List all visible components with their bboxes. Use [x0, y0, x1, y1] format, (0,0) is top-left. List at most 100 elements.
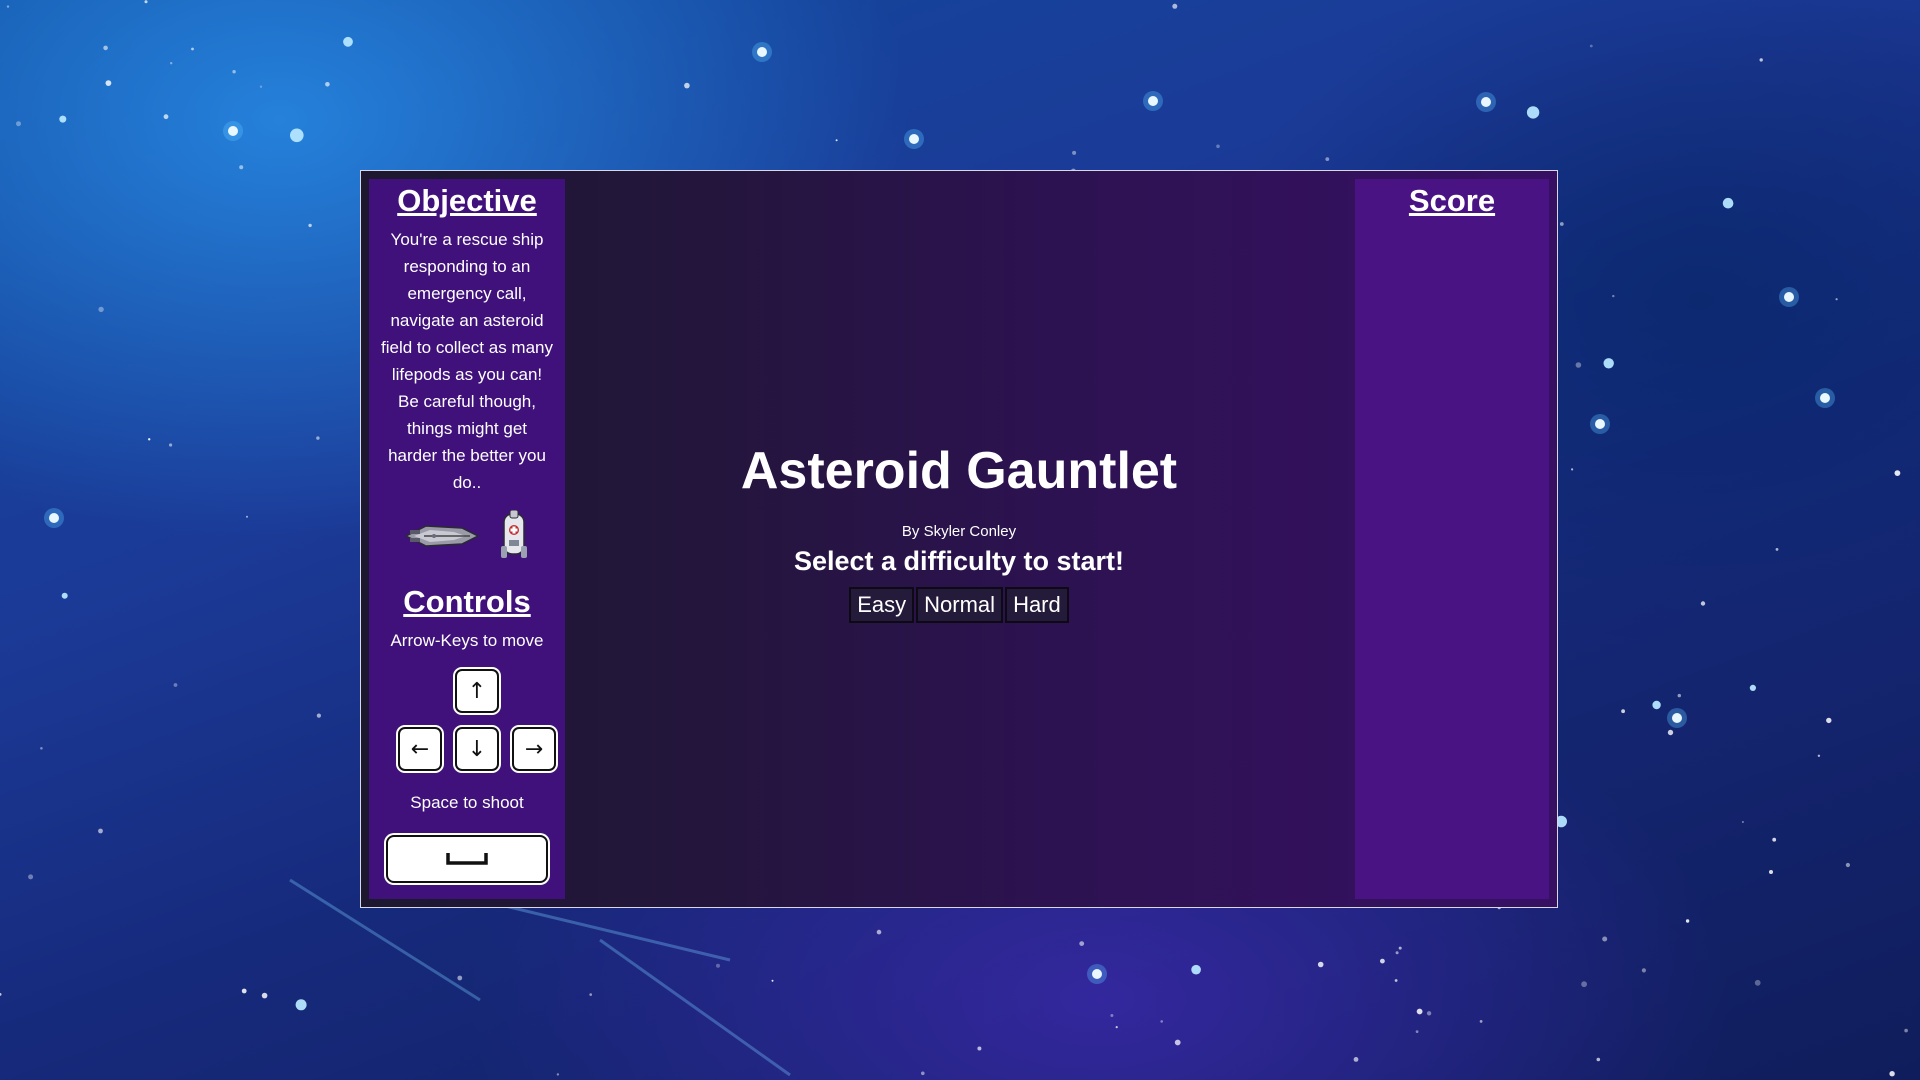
bright-star [757, 47, 767, 57]
star [173, 683, 178, 687]
star [1160, 1020, 1163, 1023]
star [771, 979, 774, 982]
star [1775, 548, 1779, 551]
star [1741, 821, 1744, 823]
star [1826, 717, 1832, 724]
star [1398, 946, 1402, 950]
star [1325, 157, 1330, 162]
score-heading: Score [1408, 183, 1496, 218]
star [1115, 1026, 1118, 1029]
star [1621, 709, 1625, 714]
star [1612, 294, 1615, 298]
left-arrow-key-icon: ← [398, 727, 442, 771]
star [1894, 470, 1901, 476]
star [98, 828, 103, 834]
star [1380, 958, 1385, 964]
star [1581, 981, 1587, 988]
star [103, 45, 108, 51]
star [6, 5, 10, 8]
author-credit: By Skyler Conley [901, 523, 1017, 540]
star [239, 165, 244, 170]
star [1722, 197, 1734, 209]
star [148, 438, 151, 441]
start-screen: Asteroid Gauntlet By Skyler Conley Selec… [571, 171, 1347, 907]
star [232, 70, 236, 74]
star [59, 115, 67, 123]
shooting-star [479, 898, 731, 962]
ship-icon [404, 525, 480, 547]
space-bar-icon [446, 853, 488, 865]
down-arrow-key-icon: ↓ [455, 727, 499, 771]
star [1415, 1030, 1419, 1033]
star [684, 82, 690, 89]
star [1589, 44, 1593, 48]
star [589, 993, 592, 996]
star [1685, 919, 1690, 923]
star [1603, 358, 1614, 369]
star [1889, 1071, 1895, 1077]
star [1079, 941, 1085, 946]
star [295, 999, 307, 1011]
normal-button[interactable]: Normal [916, 587, 1004, 623]
star [316, 436, 320, 440]
star [876, 929, 882, 935]
star [1172, 3, 1178, 9]
bright-star [1481, 97, 1491, 107]
star [1395, 951, 1399, 955]
star [1479, 1020, 1483, 1023]
star [1216, 144, 1220, 149]
arrow-keys: ↑ ← ↓ → [381, 669, 556, 781]
star [1526, 106, 1540, 119]
star [1667, 729, 1674, 736]
star [1596, 1057, 1601, 1062]
bright-star [1820, 393, 1830, 403]
star [28, 874, 34, 880]
star [1317, 961, 1324, 968]
space-bar-key [386, 835, 548, 883]
star [1602, 936, 1608, 942]
star [1416, 1008, 1423, 1015]
star [144, 0, 148, 4]
star [716, 963, 720, 968]
star [1754, 979, 1761, 986]
star [1749, 684, 1756, 692]
bright-star [1092, 969, 1102, 979]
star [1772, 837, 1777, 842]
star [1845, 862, 1850, 868]
score-panel: Score [1355, 179, 1549, 899]
star [40, 747, 43, 750]
star [1700, 601, 1706, 606]
star [1559, 222, 1564, 226]
star [191, 47, 194, 51]
star [98, 306, 104, 313]
up-arrow-key-icon: ↑ [455, 669, 499, 713]
star [259, 85, 263, 88]
bright-star [228, 126, 238, 136]
hard-button[interactable]: Hard [1005, 587, 1069, 623]
star [61, 592, 68, 599]
objective-heading: Objective [397, 183, 537, 218]
bright-star [1672, 713, 1682, 723]
shooting-star [599, 938, 791, 1077]
star [325, 82, 330, 87]
objective-text: You're a rescue ship responding to an em… [381, 230, 553, 492]
star [261, 992, 268, 999]
star [1191, 964, 1201, 975]
bright-star [1784, 292, 1794, 302]
star [343, 36, 353, 47]
star [1652, 700, 1661, 710]
easy-button[interactable]: Easy [849, 587, 915, 623]
star [921, 1071, 925, 1076]
star [835, 139, 838, 142]
star [1769, 870, 1773, 874]
star [1575, 362, 1582, 368]
left-info-panel: Objective You're a rescue ship respondin… [369, 179, 565, 899]
star [316, 713, 321, 718]
ship-illustrations [381, 508, 553, 564]
star [290, 128, 304, 143]
star [1394, 979, 1398, 982]
shoot-hint: Space to shoot [410, 793, 524, 812]
star [1174, 1039, 1181, 1046]
star [16, 121, 21, 127]
game-frame: Objective You're a rescue ship respondin… [360, 170, 1558, 908]
